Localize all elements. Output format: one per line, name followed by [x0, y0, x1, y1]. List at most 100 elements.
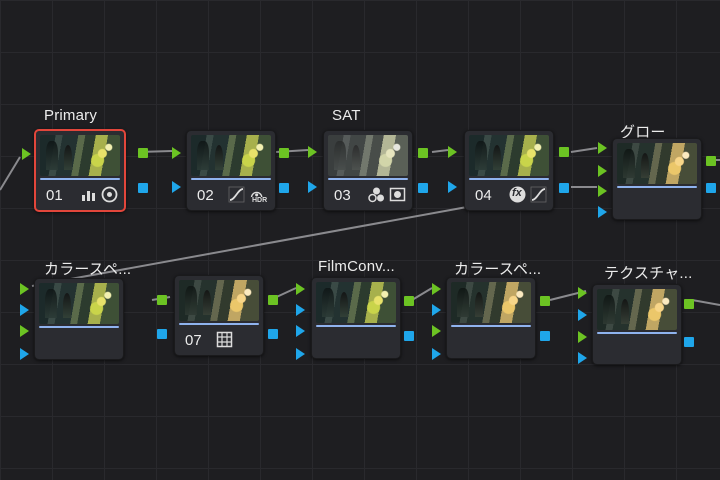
- node-01[interactable]: 01: [34, 129, 126, 212]
- node-09[interactable]: [446, 277, 536, 359]
- node-number: 02: [197, 187, 214, 204]
- node-05-rgb-output[interactable]: [706, 156, 716, 166]
- node-number: 07: [185, 332, 202, 349]
- node-number: 03: [334, 187, 351, 204]
- node-05-input-2[interactable]: [598, 165, 607, 177]
- node-08-input-3[interactable]: [296, 325, 305, 337]
- node-03[interactable]: 03: [323, 130, 413, 211]
- node-thumbnail: [597, 289, 677, 330]
- node-03-rgb-input[interactable]: [308, 146, 317, 158]
- node-thumbnail: [469, 135, 549, 176]
- connection-line: [691, 299, 720, 306]
- node-06-alpha-output[interactable]: [157, 329, 167, 339]
- node-10[interactable]: [592, 284, 682, 365]
- node-connections: [0, 147, 720, 306]
- node-bar: [617, 186, 697, 188]
- node-04-rgb-input[interactable]: [448, 146, 457, 158]
- node-thumbnail: [40, 135, 120, 176]
- fx-icon: fx: [509, 186, 526, 203]
- node-02-alpha-output[interactable]: [279, 183, 289, 193]
- node-06-input-2[interactable]: [20, 304, 29, 316]
- node-08-input-1[interactable]: [296, 283, 305, 295]
- node-06-label: カラースペ...: [44, 261, 132, 278]
- node-06-alpha-input[interactable]: [20, 348, 29, 360]
- node-number: 01: [46, 187, 63, 204]
- node-08-alpha-input[interactable]: [296, 348, 305, 360]
- connection-line: [0, 156, 21, 191]
- node-05-alpha-output[interactable]: [706, 183, 716, 193]
- node-02-rgb-output[interactable]: [279, 148, 289, 158]
- node-06-input-1[interactable]: [20, 283, 29, 295]
- node-04-rgb-output[interactable]: [559, 147, 569, 157]
- node-10-input-1[interactable]: [578, 287, 587, 299]
- node-01-rgb-output[interactable]: [138, 148, 148, 158]
- node-04-alpha-input[interactable]: [448, 181, 457, 193]
- node-04[interactable]: 04 fx: [464, 130, 554, 211]
- node-10-rgb-output[interactable]: [684, 299, 694, 309]
- node-bar: [451, 325, 531, 327]
- histogram-bars-icon: [80, 186, 97, 203]
- node-05-input-3[interactable]: [598, 185, 607, 197]
- node-07-alpha-output[interactable]: [268, 329, 278, 339]
- node-05-alpha-input[interactable]: [598, 206, 607, 218]
- node-09-input-1[interactable]: [432, 283, 441, 295]
- node-03-rgb-output[interactable]: [418, 148, 428, 158]
- node-09-alpha-output[interactable]: [540, 331, 550, 341]
- node-bar: [40, 178, 120, 180]
- node-09-input-3[interactable]: [432, 325, 441, 337]
- node-thumbnail: [617, 143, 697, 184]
- node-10-alpha-output[interactable]: [684, 337, 694, 347]
- node-09-alpha-input[interactable]: [432, 348, 441, 360]
- node-thumbnail: [191, 135, 271, 176]
- hdr-text: HDR: [251, 197, 269, 204]
- node-06-rgb-output[interactable]: [157, 295, 167, 305]
- node-thumbnail: [451, 282, 531, 323]
- node-07-rgb-output[interactable]: [268, 295, 278, 305]
- node-01-alpha-output[interactable]: [138, 183, 148, 193]
- node-03-alpha-output[interactable]: [418, 183, 428, 193]
- node-bar: [316, 325, 396, 327]
- node-06[interactable]: [34, 278, 124, 360]
- node-05-input-1[interactable]: [598, 142, 607, 154]
- node-08-label: FilmConv...: [318, 258, 395, 275]
- connection-line: [570, 147, 598, 153]
- curves-icon: [228, 186, 245, 203]
- node-04-alpha-output[interactable]: [559, 183, 569, 193]
- fx-text: fx: [512, 187, 522, 199]
- node-bar: [39, 326, 119, 328]
- connection-line: [431, 149, 449, 153]
- node-bar: [328, 178, 408, 180]
- node-10-input-3[interactable]: [578, 331, 587, 343]
- node-07[interactable]: 07: [174, 275, 264, 356]
- node-05[interactable]: [612, 138, 702, 220]
- node-03-alpha-input[interactable]: [308, 181, 317, 193]
- node-01-label: Primary: [44, 107, 98, 124]
- node-thumbnail: [328, 135, 408, 176]
- curves-icon: [530, 186, 547, 203]
- node-10-label: テクスチャ...: [604, 265, 693, 282]
- node-thumbnail: [39, 283, 119, 324]
- node-01-rgb-input[interactable]: [22, 148, 31, 160]
- color-circles-icon: [368, 186, 385, 203]
- node-bar: [469, 178, 549, 180]
- grid-icon: [216, 331, 233, 348]
- node-08-alpha-output[interactable]: [404, 331, 414, 341]
- hdr-wheel-icon: HDR: [249, 186, 269, 204]
- node-09-input-2[interactable]: [432, 304, 441, 316]
- node-09-rgb-output[interactable]: [540, 296, 550, 306]
- node-thumbnail: [316, 282, 396, 323]
- node-10-input-2[interactable]: [578, 309, 587, 321]
- node-thumbnail: [179, 280, 259, 321]
- node-08[interactable]: [311, 277, 401, 359]
- node-08-input-2[interactable]: [296, 304, 305, 316]
- node-02-alpha-input[interactable]: [172, 181, 181, 193]
- connection-line: [411, 287, 433, 301]
- node-02[interactable]: 02 HDR: [186, 130, 276, 211]
- node-02-rgb-input[interactable]: [172, 147, 181, 159]
- node-08-rgb-output[interactable]: [404, 296, 414, 306]
- node-06-input-3[interactable]: [20, 325, 29, 337]
- node-10-alpha-input[interactable]: [578, 352, 587, 364]
- key-window-icon: [389, 186, 406, 203]
- circle-target-icon: [101, 186, 118, 203]
- node-number: 04: [475, 187, 492, 204]
